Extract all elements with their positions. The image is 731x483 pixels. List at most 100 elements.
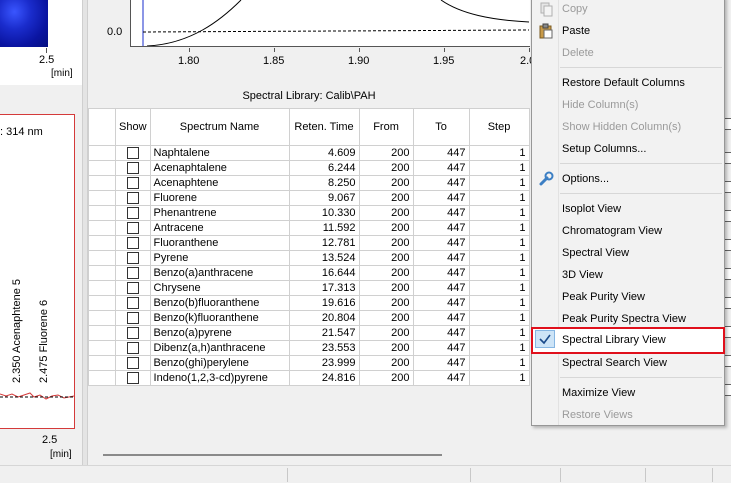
menu-item-delete[interactable]: Delete xyxy=(532,42,724,64)
show-checkbox-cell[interactable] xyxy=(115,325,151,341)
row-selector-cell[interactable] xyxy=(88,340,116,356)
row-selector-cell[interactable] xyxy=(88,175,116,191)
menu-item-show-hidden-columns[interactable]: Show Hidden Column(s) xyxy=(532,116,724,138)
row-selector-cell[interactable] xyxy=(88,205,116,221)
row-selector-cell[interactable] xyxy=(88,160,116,176)
show-checkbox[interactable] xyxy=(126,372,139,385)
table-row[interactable]: Chrysene 17.313 200 447 1 xyxy=(88,280,530,296)
menu-item-restore-default-columns[interactable]: Restore Default Columns xyxy=(532,72,724,94)
row-selector-cell[interactable] xyxy=(88,310,116,326)
show-checkbox[interactable] xyxy=(126,237,139,250)
show-checkbox-cell[interactable] xyxy=(115,250,151,266)
table-row[interactable]: Pyrene 13.524 200 447 1 xyxy=(88,250,530,266)
table-row[interactable]: Acenaphtalene 6.244 200 447 1 xyxy=(88,160,530,176)
menu-item-hide-columns[interactable]: Hide Column(s) xyxy=(532,94,724,116)
show-checkbox[interactable] xyxy=(126,297,139,310)
column-header-from[interactable]: From xyxy=(358,108,414,146)
show-checkbox[interactable] xyxy=(126,222,139,235)
row-selector-cell[interactable] xyxy=(88,145,116,161)
show-checkbox[interactable] xyxy=(126,207,139,220)
table-row[interactable]: Benzo(k)fluoranthene 20.804 200 447 1 xyxy=(88,310,530,326)
show-checkbox[interactable] xyxy=(126,327,139,340)
show-checkbox-cell[interactable] xyxy=(115,355,151,371)
column-header-spectrum-name[interactable]: Spectrum Name xyxy=(149,108,290,146)
show-checkbox-cell[interactable] xyxy=(115,220,151,236)
show-checkbox-cell[interactable] xyxy=(115,370,151,386)
isoplot-heatmap[interactable] xyxy=(0,0,48,47)
menu-item-copy[interactable]: Copy xyxy=(532,0,724,20)
menu-item-options[interactable]: Options... xyxy=(532,168,724,190)
row-selector-cell[interactable] xyxy=(88,235,116,251)
table-row[interactable]: Benzo(ghi)perylene 23.999 200 447 1 xyxy=(88,355,530,371)
column-header-to[interactable]: To xyxy=(412,108,470,146)
horizontal-scrollbar[interactable] xyxy=(103,454,442,456)
row-selector-header[interactable] xyxy=(88,108,116,146)
show-checkbox[interactable] xyxy=(126,357,139,370)
menu-item-restore-views[interactable]: Restore Views xyxy=(532,404,724,426)
peak-label-fluorene: 2.475 Fluorene 6 xyxy=(38,299,50,383)
show-checkbox-cell[interactable] xyxy=(115,280,151,296)
show-checkbox-cell[interactable] xyxy=(115,160,151,176)
menu-item-isoplot-view[interactable]: Isoplot View xyxy=(532,198,724,220)
table-row[interactable]: Antracene 11.592 200 447 1 xyxy=(88,220,530,236)
table-row[interactable]: Fluorene 9.067 200 447 1 xyxy=(88,190,530,206)
show-checkbox-cell[interactable] xyxy=(115,235,151,251)
row-selector-cell[interactable] xyxy=(88,220,116,236)
show-checkbox-cell[interactable] xyxy=(115,295,151,311)
column-header-show[interactable]: Show xyxy=(115,108,151,146)
menu-item-paste[interactable]: Paste xyxy=(532,20,724,42)
show-checkbox[interactable] xyxy=(126,162,139,175)
menu-item-chromatogram-view[interactable]: Chromatogram View xyxy=(532,220,724,242)
table-row[interactable]: Naphtalene 4.609 200 447 1 xyxy=(88,145,530,161)
show-checkbox[interactable] xyxy=(126,252,139,265)
chromatogram-panel[interactable]: : 314 nm 2.350 Acenaphtene 5 2.475 Fluor… xyxy=(0,114,75,429)
menu-item-maximize-view[interactable]: Maximize View xyxy=(532,382,724,404)
row-selector-cell[interactable] xyxy=(88,325,116,341)
show-checkbox-cell[interactable] xyxy=(115,205,151,221)
panel-title: Spectral Library: Calib\PAH xyxy=(242,90,376,102)
show-checkbox-cell[interactable] xyxy=(115,190,151,206)
show-checkbox[interactable] xyxy=(126,192,139,205)
show-checkbox[interactable] xyxy=(126,177,139,190)
menu-item-peak-purity-spectra-view[interactable]: Peak Purity Spectra View xyxy=(532,308,724,330)
show-checkbox-cell[interactable] xyxy=(115,340,151,356)
menu-item-3d-view[interactable]: 3D View xyxy=(532,264,724,286)
clipped-cell xyxy=(724,210,731,222)
column-header-step[interactable]: Step xyxy=(468,108,530,146)
menu-item-spectral-library-view[interactable]: Spectral Library View xyxy=(531,327,725,354)
show-checkbox-cell[interactable] xyxy=(115,310,151,326)
isoplot-panel[interactable]: 2.5 [min] xyxy=(0,0,82,85)
table-row[interactable]: Indeno(1,2,3-cd)pyrene 24.816 200 447 1 xyxy=(88,370,530,386)
table-row[interactable]: Dibenz(a,h)anthracene 23.553 200 447 1 xyxy=(88,340,530,356)
spectrum-chart[interactable]: 0.0 1.80 1.85 1.90 1.95 2.0 xyxy=(88,0,535,85)
menu-item-spectral-search-view[interactable]: Spectral Search View xyxy=(532,352,724,374)
show-checkbox[interactable] xyxy=(126,147,139,160)
table-row[interactable]: Benzo(a)anthracene 16.644 200 447 1 xyxy=(88,265,530,281)
menu-item-spectral-view[interactable]: Spectral View xyxy=(532,242,724,264)
column-header-reten-time[interactable]: Reten. Time xyxy=(288,108,360,146)
to-cell: 447 xyxy=(412,310,470,326)
show-checkbox-cell[interactable] xyxy=(115,265,151,281)
table-row[interactable]: Benzo(a)pyrene 21.547 200 447 1 xyxy=(88,325,530,341)
row-selector-cell[interactable] xyxy=(88,190,116,206)
table-row[interactable]: Phenantrene 10.330 200 447 1 xyxy=(88,205,530,221)
show-checkbox-cell[interactable] xyxy=(115,145,151,161)
row-selector-cell[interactable] xyxy=(88,295,116,311)
show-checkbox-cell[interactable] xyxy=(115,175,151,191)
row-selector-cell[interactable] xyxy=(88,280,116,296)
row-selector-cell[interactable] xyxy=(88,355,116,371)
show-checkbox[interactable] xyxy=(126,342,139,355)
table-row[interactable]: Acenaphtene 8.250 200 447 1 xyxy=(88,175,530,191)
table-row[interactable]: Fluoranthene 12.781 200 447 1 xyxy=(88,235,530,251)
menu-item-setup-columns[interactable]: Setup Columns... xyxy=(532,138,724,160)
menu-item-peak-purity-view[interactable]: Peak Purity View xyxy=(532,286,724,308)
show-checkbox[interactable] xyxy=(126,267,139,280)
menu-item-label: Paste xyxy=(562,25,591,37)
table-row[interactable]: Benzo(b)fluoranthene 19.616 200 447 1 xyxy=(88,295,530,311)
spectrum-plot-area[interactable] xyxy=(130,0,530,47)
row-selector-cell[interactable] xyxy=(88,265,116,281)
show-checkbox[interactable] xyxy=(126,282,139,295)
row-selector-cell[interactable] xyxy=(88,250,116,266)
show-checkbox[interactable] xyxy=(126,312,139,325)
row-selector-cell[interactable] xyxy=(88,370,116,386)
